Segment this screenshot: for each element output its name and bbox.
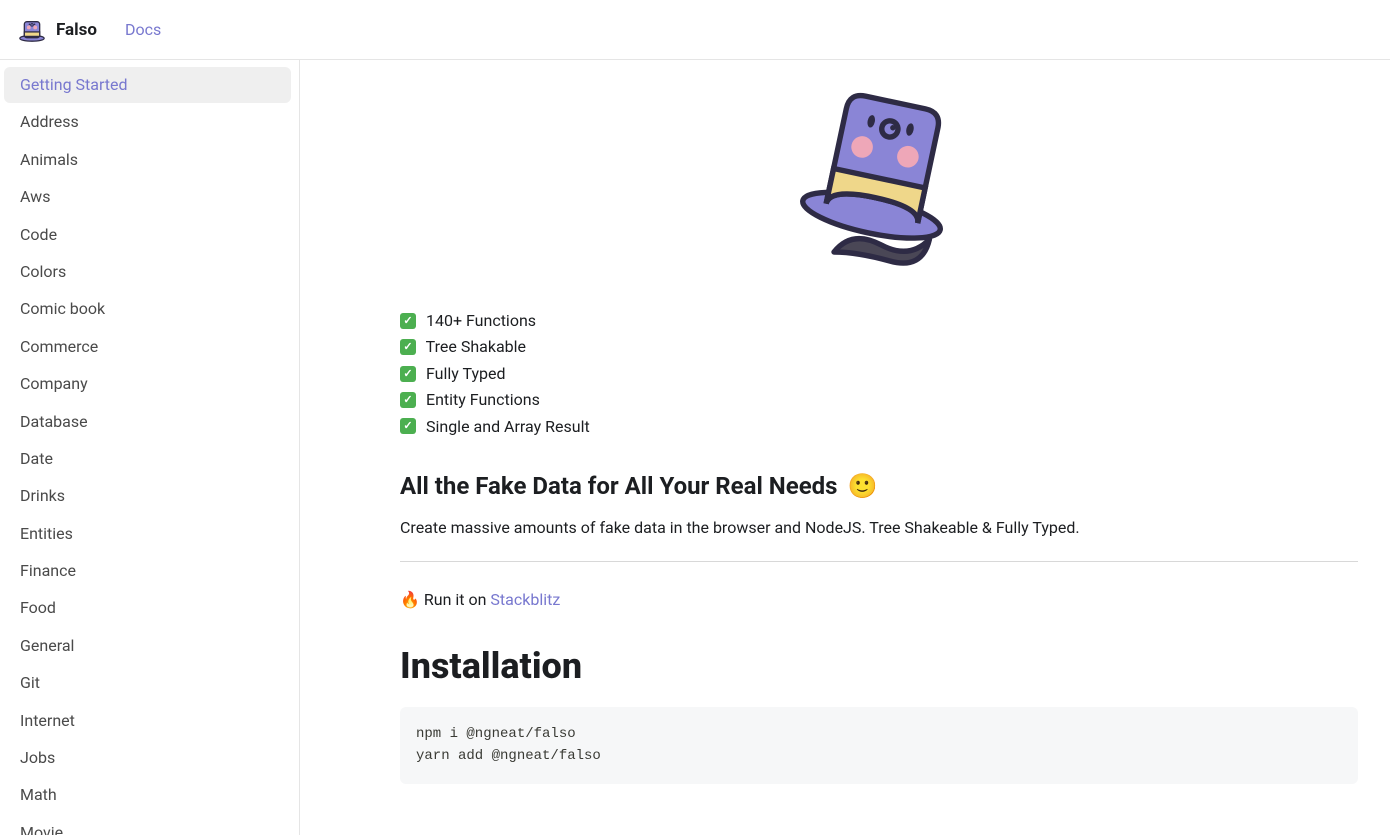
sidebar-item-food[interactable]: Food <box>4 590 291 626</box>
brand-text: Falso <box>56 20 97 40</box>
sidebar-item-general[interactable]: General <box>4 628 291 664</box>
sidebar-item-date[interactable]: Date <box>4 441 291 477</box>
feature-item: ✓ Entity Functions <box>400 387 1358 413</box>
sidebar-item-address[interactable]: Address <box>4 104 291 140</box>
tagline-text: All the Fake Data for All Your Real Need… <box>400 472 838 500</box>
container: Getting StartedAddressAnimalsAwsCodeColo… <box>0 60 1390 835</box>
sidebar-item-commerce[interactable]: Commerce <box>4 329 291 365</box>
feature-item: ✓ Tree Shakable <box>400 334 1358 360</box>
check-icon: ✓ <box>400 418 416 434</box>
feature-label: Fully Typed <box>422 364 506 383</box>
sidebar-item-entities[interactable]: Entities <box>4 516 291 552</box>
check-icon: ✓ <box>400 313 416 329</box>
stackblitz-link[interactable]: Stackblitz <box>490 590 560 609</box>
sidebar-item-internet[interactable]: Internet <box>4 703 291 739</box>
falso-hat-icon <box>789 80 969 280</box>
sidebar-item-database[interactable]: Database <box>4 404 291 440</box>
sidebar: Getting StartedAddressAnimalsAwsCodeColo… <box>0 60 300 835</box>
feature-item: ✓ Fully Typed <box>400 361 1358 387</box>
header: Falso Docs <box>0 0 1390 60</box>
sidebar-item-code[interactable]: Code <box>4 217 291 253</box>
hero-logo <box>400 80 1358 280</box>
feature-label: Entity Functions <box>422 390 540 409</box>
description: Create massive amounts of fake data in t… <box>400 518 1358 537</box>
sidebar-item-aws[interactable]: Aws <box>4 179 291 215</box>
divider <box>400 561 1358 562</box>
run-line: 🔥 Run it on Stackblitz <box>400 590 1358 609</box>
sidebar-item-drinks[interactable]: Drinks <box>4 478 291 514</box>
tagline: All the Fake Data for All Your Real Need… <box>400 472 1358 500</box>
run-prefix: 🔥 Run it on <box>400 590 490 609</box>
feature-item: ✓ Single and Array Result <box>400 414 1358 440</box>
feature-label: 140+ Functions <box>422 311 536 330</box>
main-content: ✓ 140+ Functions✓ Tree Shakable✓ Fully T… <box>300 60 1390 835</box>
sidebar-item-git[interactable]: Git <box>4 665 291 701</box>
sidebar-item-jobs[interactable]: Jobs <box>4 740 291 776</box>
smile-icon: 🙂 <box>847 472 877 500</box>
installation-heading: Installation <box>400 645 1358 687</box>
sidebar-item-colors[interactable]: Colors <box>4 254 291 290</box>
sidebar-item-animals[interactable]: Animals <box>4 142 291 178</box>
nav-docs[interactable]: Docs <box>125 20 161 39</box>
sidebar-item-getting-started[interactable]: Getting Started <box>4 67 291 103</box>
check-icon: ✓ <box>400 339 416 355</box>
sidebar-item-comic-book[interactable]: Comic book <box>4 291 291 327</box>
brand-link[interactable]: Falso <box>16 14 97 46</box>
sidebar-item-math[interactable]: Math <box>4 777 291 813</box>
feature-label: Single and Array Result <box>422 417 590 436</box>
brand-hat-icon <box>16 14 48 46</box>
feature-item: ✓ 140+ Functions <box>400 308 1358 334</box>
sidebar-item-movie[interactable]: Movie <box>4 815 291 835</box>
install-code-block: npm i @ngneat/falso yarn add @ngneat/fal… <box>400 707 1358 784</box>
features-list: ✓ 140+ Functions✓ Tree Shakable✓ Fully T… <box>400 308 1358 440</box>
sidebar-item-company[interactable]: Company <box>4 366 291 402</box>
check-icon: ✓ <box>400 392 416 408</box>
check-icon: ✓ <box>400 366 416 382</box>
feature-label: Tree Shakable <box>422 337 526 356</box>
sidebar-item-finance[interactable]: Finance <box>4 553 291 589</box>
